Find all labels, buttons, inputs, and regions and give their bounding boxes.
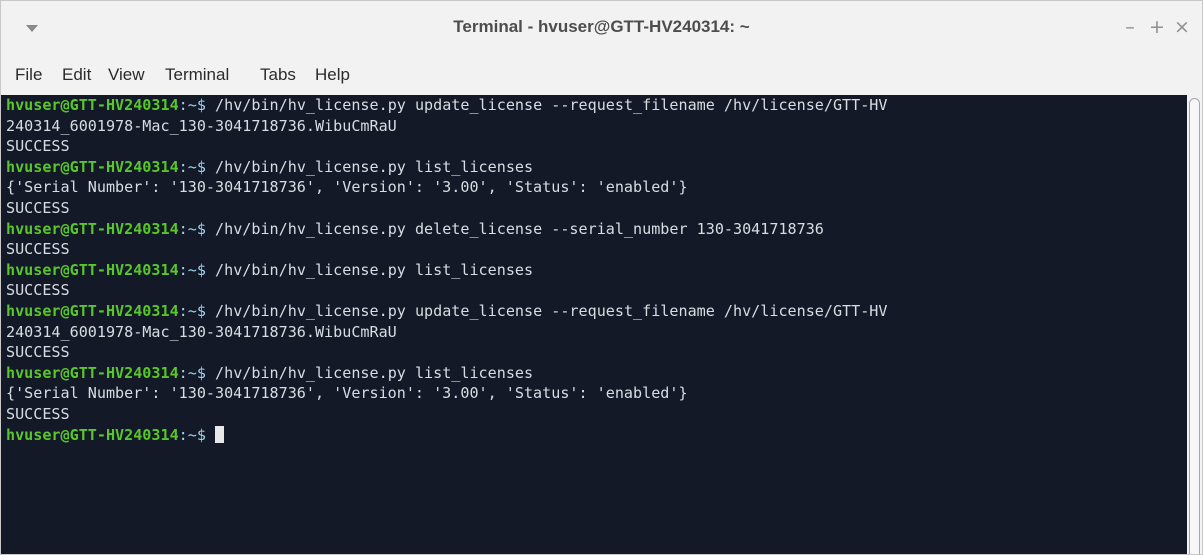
current-prompt-line: hvuser@GTT-HV240314:~$ bbox=[6, 425, 887, 446]
command-text: /hv/bin/hv_license.py update_license --r… bbox=[215, 96, 888, 114]
command-line: hvuser@GTT-HV240314:~$ /hv/bin/hv_licens… bbox=[6, 95, 887, 116]
maximize-button[interactable]: + bbox=[1146, 15, 1168, 39]
command-line: hvuser@GTT-HV240314:~$ /hv/bin/hv_licens… bbox=[6, 157, 887, 178]
output-line: 240314_6001978-Mac_130-3041718736.WibuCm… bbox=[6, 116, 397, 135]
output-line: SUCCESS bbox=[6, 343, 70, 362]
output-line: SUCCESS bbox=[6, 404, 70, 423]
prompt-user-host: hvuser@GTT-HV240314 bbox=[6, 157, 179, 176]
vertical-scrollbar[interactable] bbox=[1187, 95, 1202, 554]
command-text: /hv/bin/hv_license.py delete_license --s… bbox=[215, 219, 824, 238]
prompt-user-host: hvuser@GTT-HV240314 bbox=[6, 219, 179, 238]
prompt-path: :~$ bbox=[178, 157, 216, 176]
output-line: SUCCESS bbox=[6, 137, 70, 156]
prompt-path: :~$ bbox=[178, 425, 216, 444]
text-cursor bbox=[215, 425, 225, 443]
output-line: 240314_6001978-Mac_130-3041718736.WibuCm… bbox=[6, 322, 397, 341]
prompt-user-host: hvuser@GTT-HV240314 bbox=[6, 96, 179, 114]
menu-terminal[interactable]: Terminal bbox=[165, 65, 229, 85]
prompt-path: :~$ bbox=[178, 363, 216, 382]
prompt-user-host: hvuser@GTT-HV240314 bbox=[6, 363, 179, 382]
terminal-output-area[interactable]: hvuser@GTT-HV240314:~$ /hv/bin/hv_licens… bbox=[1, 95, 1187, 554]
command-text: /hv/bin/hv_license.py list_licenses bbox=[215, 260, 534, 279]
menu-edit[interactable]: Edit bbox=[62, 65, 91, 85]
scrollbar-thumb[interactable] bbox=[1189, 98, 1200, 554]
command-text: /hv/bin/hv_license.py list_licenses bbox=[215, 363, 534, 382]
output-line: {'Serial Number': '130-3041718736', 'Ver… bbox=[6, 178, 688, 197]
prompt-path: :~$ bbox=[178, 219, 216, 238]
prompt-path: :~$ bbox=[178, 301, 216, 320]
output-line: SUCCESS bbox=[6, 198, 70, 217]
output-line: SUCCESS bbox=[6, 240, 70, 259]
command-line: hvuser@GTT-HV240314:~$ /hv/bin/hv_licens… bbox=[6, 363, 887, 384]
menu-tabs[interactable]: Tabs bbox=[260, 65, 296, 85]
prompt-path: :~$ bbox=[178, 96, 216, 114]
command-line: hvuser@GTT-HV240314:~$ /hv/bin/hv_licens… bbox=[6, 219, 887, 240]
window-title: Terminal - hvuser@GTT-HV240314: ~ bbox=[453, 17, 750, 36]
minimize-button[interactable]: – bbox=[1119, 15, 1141, 39]
menu-bar: File Edit View Terminal Tabs Help bbox=[1, 57, 1202, 95]
prompt-path: :~$ bbox=[178, 260, 216, 279]
menu-help[interactable]: Help bbox=[315, 65, 350, 85]
prompt-user-host: hvuser@GTT-HV240314 bbox=[6, 425, 179, 444]
title-bar[interactable]: Terminal - hvuser@GTT-HV240314: ~ – + × bbox=[1, 1, 1202, 57]
terminal-window: Terminal - hvuser@GTT-HV240314: ~ – + × … bbox=[0, 0, 1203, 555]
menu-file[interactable]: File bbox=[15, 65, 42, 85]
prompt-user-host: hvuser@GTT-HV240314 bbox=[6, 301, 179, 320]
menu-view[interactable]: View bbox=[108, 65, 145, 85]
output-line: {'Serial Number': '130-3041718736', 'Ver… bbox=[6, 384, 688, 403]
close-button[interactable]: × bbox=[1171, 15, 1193, 39]
output-line: SUCCESS bbox=[6, 281, 70, 300]
terminal-lines: hvuser@GTT-HV240314:~$ /hv/bin/hv_licens… bbox=[6, 95, 887, 445]
command-line: hvuser@GTT-HV240314:~$ /hv/bin/hv_licens… bbox=[6, 260, 887, 281]
prompt-user-host: hvuser@GTT-HV240314 bbox=[6, 260, 179, 279]
command-text: /hv/bin/hv_license.py list_licenses bbox=[215, 157, 534, 176]
command-line: hvuser@GTT-HV240314:~$ /hv/bin/hv_licens… bbox=[6, 301, 887, 322]
command-text: /hv/bin/hv_license.py update_license --r… bbox=[215, 301, 888, 320]
